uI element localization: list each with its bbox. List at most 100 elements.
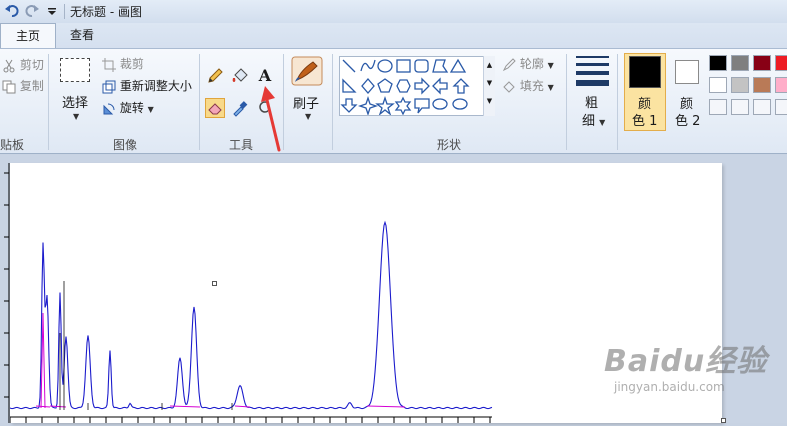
pentagon-shape xyxy=(377,78,393,93)
crop-button[interactable]: 裁剪 xyxy=(102,55,144,73)
canvas-resize-handle[interactable] xyxy=(721,418,726,423)
size-label-bottom[interactable]: 细 ▼ xyxy=(582,110,605,129)
quick-access-dropdown-icon[interactable] xyxy=(44,3,60,19)
select-label[interactable]: 选择 xyxy=(62,92,88,111)
rotate-button[interactable]: 旋转 ▼ xyxy=(102,99,154,117)
palette-custom-swatch[interactable] xyxy=(753,99,771,115)
select-dropdown-icon[interactable]: ▼ xyxy=(73,112,79,121)
clipboard-group-label: 贴板 xyxy=(0,138,25,152)
gallery-expand-icon[interactable]: ▼ xyxy=(484,92,495,110)
palette-custom-swatch[interactable] xyxy=(731,99,749,115)
copy-label: 复制 xyxy=(19,79,44,93)
image-group-label: 图像 xyxy=(113,138,138,152)
group-separator xyxy=(617,54,618,150)
left-axis-ruler xyxy=(4,163,10,423)
select-icon[interactable] xyxy=(60,58,90,82)
tools-group-label: 工具 xyxy=(229,138,254,152)
scissors-icon xyxy=(2,59,16,73)
palette-custom-swatch[interactable] xyxy=(775,99,787,115)
rotate-icon xyxy=(102,102,116,116)
shapes-group-label: 形状 xyxy=(437,138,462,152)
color2-swatch[interactable] xyxy=(675,60,699,84)
size-icon[interactable] xyxy=(576,56,609,86)
tab-row xyxy=(0,23,787,48)
redo-icon[interactable] xyxy=(24,3,40,19)
brushes-button[interactable] xyxy=(291,56,323,86)
color1-label-bottom: 色 1 xyxy=(632,114,658,129)
line-shape xyxy=(342,59,356,73)
integration-baseline xyxy=(169,405,201,408)
resize-label: 重新调整大小 xyxy=(119,79,192,93)
resize-button[interactable]: 重新调整大小 xyxy=(102,77,192,95)
outline-icon xyxy=(502,57,516,72)
watermark: Baidu经验 jingyan.baidu.com xyxy=(604,336,767,394)
palette-swatch[interactable] xyxy=(775,55,787,71)
window-title: 无标题 - 画图 xyxy=(70,5,142,19)
shapes-gallery[interactable] xyxy=(339,56,495,117)
six-point-star-shape xyxy=(394,96,412,116)
eraser-icon xyxy=(208,103,222,115)
tab-home[interactable]: 主页 xyxy=(0,23,56,48)
palette-swatch[interactable] xyxy=(709,77,727,93)
eraser-tool[interactable] xyxy=(205,98,225,118)
brushes-label[interactable]: 刷子 xyxy=(293,93,319,112)
cut-label: 剪切 xyxy=(19,58,44,72)
oval-shape xyxy=(377,59,393,73)
selection-handle[interactable] xyxy=(212,281,217,286)
color-picker-tool[interactable] xyxy=(230,98,250,118)
palette-swatch[interactable] xyxy=(775,77,787,93)
down-arrow-shape xyxy=(340,98,358,113)
gallery-scrollbar[interactable]: ▲ ▼ ▼ xyxy=(483,56,495,116)
curve-shape xyxy=(360,59,376,72)
scroll-down-icon[interactable]: ▼ xyxy=(484,74,495,92)
outline-button[interactable]: 轮廓 ▼ xyxy=(502,55,554,73)
size-dropdown-icon: ▼ xyxy=(599,118,606,127)
fill-button[interactable]: 填充 ▼ xyxy=(502,77,554,95)
polygon-shape xyxy=(432,59,449,73)
cloud-callout-shape xyxy=(452,98,468,110)
hexagon-shape xyxy=(396,79,411,93)
diamond-shape xyxy=(361,78,375,94)
outline-dropdown-icon[interactable]: ▼ xyxy=(548,61,554,70)
integration-baseline xyxy=(234,405,251,408)
color1-swatch xyxy=(629,56,661,88)
brushes-dropdown-icon[interactable]: ▼ xyxy=(305,112,311,121)
pencil-icon xyxy=(208,68,223,83)
triangle-shape xyxy=(449,58,467,73)
brush-icon xyxy=(291,56,323,86)
pencil-tool[interactable] xyxy=(205,66,225,86)
right-arrow-shape xyxy=(414,77,430,95)
size-label-text: 细 xyxy=(582,114,596,129)
outline-label: 轮廓 xyxy=(519,57,544,71)
four-point-star-shape xyxy=(357,95,379,117)
fill-dropdown-icon[interactable]: ▼ xyxy=(548,83,554,92)
chromatogram-trace xyxy=(9,220,493,410)
right-triangle-shape xyxy=(342,78,357,93)
scroll-up-icon[interactable]: ▲ xyxy=(484,56,495,74)
palette-swatch[interactable] xyxy=(731,77,749,93)
group-separator xyxy=(199,54,200,150)
palette-swatch[interactable] xyxy=(731,55,749,71)
size-label-top[interactable]: 粗 xyxy=(585,92,598,111)
color-palette xyxy=(709,55,787,119)
crop-label: 裁剪 xyxy=(119,57,144,71)
annotation-arrow xyxy=(261,86,281,152)
up-arrow-shape xyxy=(452,78,470,94)
tab-view[interactable]: 查看 xyxy=(60,23,104,48)
cut-button[interactable]: 剪切 xyxy=(2,56,44,74)
palette-swatch[interactable] xyxy=(753,77,771,93)
five-point-star-shape xyxy=(375,95,395,116)
watermark-brand: Baidu经验 xyxy=(604,344,768,379)
palette-swatch[interactable] xyxy=(753,55,771,71)
color2-label-bottom[interactable]: 色 2 xyxy=(675,110,700,129)
undo-icon[interactable] xyxy=(4,3,20,19)
fill-tool[interactable] xyxy=(230,66,250,86)
crop-icon xyxy=(102,57,116,72)
fill-bucket-icon xyxy=(502,80,516,94)
rotate-dropdown-icon[interactable]: ▼ xyxy=(148,105,154,114)
palette-swatch[interactable] xyxy=(709,55,727,71)
palette-custom-swatch[interactable] xyxy=(709,99,727,115)
left-arrow-shape xyxy=(432,77,448,95)
rotate-label: 旋转 xyxy=(119,101,144,115)
copy-button[interactable]: 复制 xyxy=(2,77,44,95)
